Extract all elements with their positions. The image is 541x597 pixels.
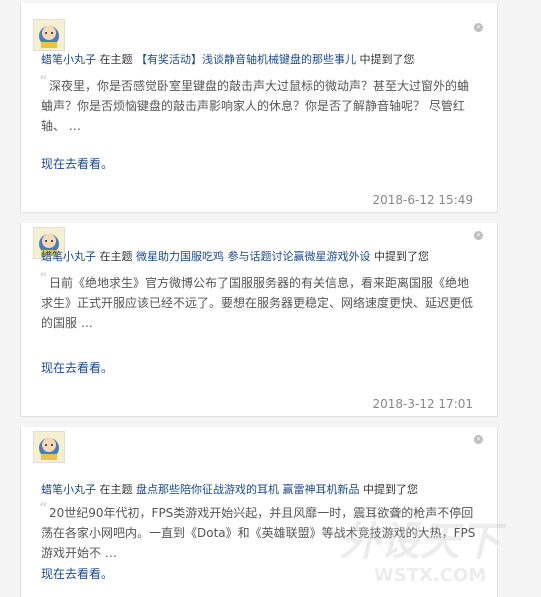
delete-icon[interactable]: × [474, 435, 483, 444]
excerpt: “ 20世纪90年代初，FPS类游戏开始兴起，并且风靡一时，震耳欲聋的枪声不停回… [39, 499, 479, 563]
excerpt: “ 深夜里，你是否感觉卧室里键盘的敲击声大过鼠标的微动声？甚至大过窗外的蛐蛐声？… [39, 72, 479, 136]
notification-headline: 蜡笔小丸子 在主题 【有奖活动】浅谈静音轴机械键盘的那些事儿 中提到了您 [41, 52, 487, 68]
notification-headline: 蜡笔小丸子 在主题 微星助力国服吃鸡 参与话题讨论赢微星游戏外设 中提到了您 [41, 249, 487, 265]
avatar-image [34, 20, 64, 50]
mentioned-text: 中提到了您 [359, 53, 415, 66]
excerpt: “ 日前《绝地求生》官方微博公布了国服服务器的有关信息，看来距离国服《绝地求生》… [39, 269, 479, 333]
view-now-link[interactable]: 现在去看看。 [41, 359, 113, 376]
user-link[interactable]: 蜡笔小丸子 [41, 483, 96, 496]
view-now-link[interactable]: 现在去看看。 [41, 565, 113, 582]
timestamp: 2018-6-12 15:49 [372, 193, 474, 207]
mentioned-text: 中提到了您 [363, 483, 418, 496]
in-topic-text: 在主题 [99, 53, 133, 66]
avatar[interactable] [33, 19, 65, 51]
excerpt-text: 20世纪90年代初，FPS类游戏开始兴起，并且风靡一时，震耳欲聋的枪声不停回荡在… [41, 506, 476, 560]
user-link[interactable]: 蜡笔小丸子 [41, 250, 96, 263]
topic-link[interactable]: 盘点那些陪你征战游戏的耳机 赢雷神耳机新品 [136, 483, 360, 496]
quote-mark-icon: “ [39, 499, 48, 518]
quote-mark-icon: “ [39, 269, 48, 288]
in-topic-text: 在主题 [99, 250, 133, 263]
notification-item: × 蜡笔小丸子 在主题 【有奖活动】浅谈静音轴机械键盘的那些事儿 中提到了您 “… [20, 3, 498, 212]
delete-icon[interactable]: × [474, 23, 483, 32]
in-topic-text: 在主题 [99, 483, 133, 496]
user-link[interactable]: 蜡笔小丸子 [41, 53, 96, 66]
notification-headline: 蜡笔小丸子 在主题 盘点那些陪你征战游戏的耳机 赢雷神耳机新品 中提到了您 [41, 482, 487, 498]
excerpt-text: 深夜里，你是否感觉卧室里键盘的敲击声大过鼠标的微动声？甚至大过窗外的蛐蛐声？你是… [41, 79, 470, 133]
notification-item: × 蜡笔小丸子 在主题 微星助力国服吃鸡 参与话题讨论赢微星游戏外设 中提到了您… [20, 223, 498, 416]
topic-link[interactable]: 【有奖活动】浅谈静音轴机械键盘的那些事儿 [136, 53, 356, 66]
topic-link[interactable]: 微星助力国服吃鸡 参与话题讨论赢微星游戏外设 [136, 250, 371, 263]
quote-mark-icon: “ [39, 72, 48, 91]
avatar[interactable] [33, 431, 65, 463]
avatar-image [34, 432, 64, 462]
view-now-link[interactable]: 现在去看看。 [41, 155, 113, 172]
notification-item: × 蜡笔小丸子 在主题 盘点那些陪你征战游戏的耳机 赢雷神耳机新品 中提到了您 … [20, 427, 498, 597]
mentioned-text: 中提到了您 [374, 250, 429, 263]
timestamp: 2018-3-12 17:01 [372, 397, 474, 411]
delete-icon[interactable]: × [474, 231, 483, 240]
excerpt-text: 日前《绝地求生》官方微博公布了国服服务器的有关信息，看来距离国服《绝地求生》正式… [41, 276, 474, 330]
